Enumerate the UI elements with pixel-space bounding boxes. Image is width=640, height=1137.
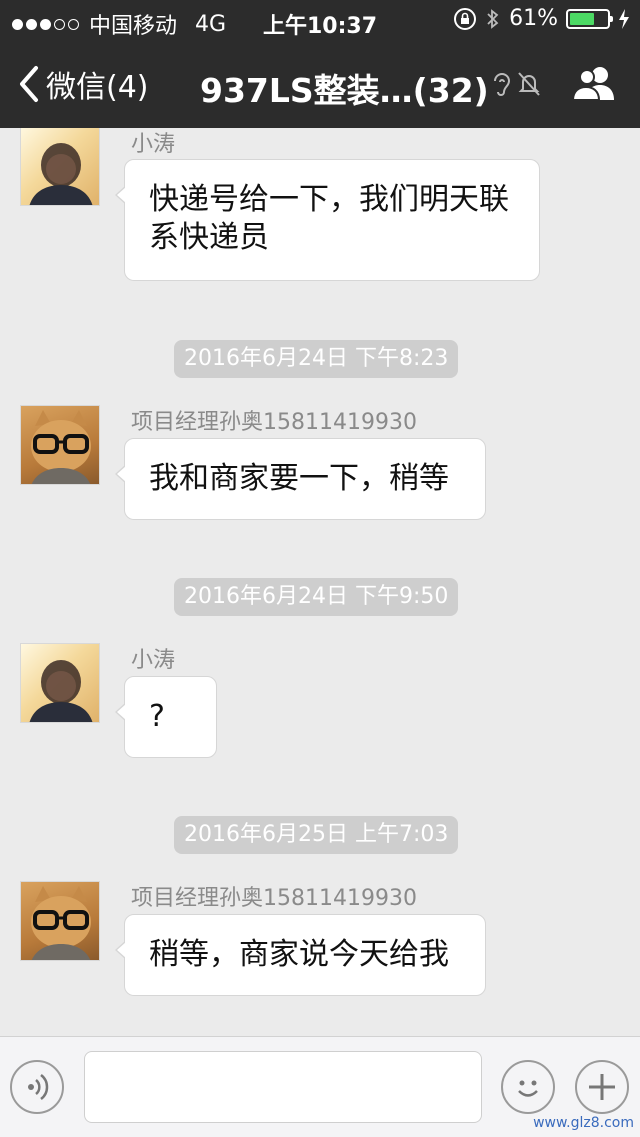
chevron-left-icon bbox=[20, 66, 38, 102]
more-button[interactable] bbox=[575, 1060, 629, 1114]
boy-photo-avatar-icon bbox=[29, 143, 93, 205]
emoji-button[interactable] bbox=[501, 1060, 555, 1114]
cat-with-glasses-avatar-icon bbox=[31, 410, 91, 484]
battery-icon bbox=[566, 8, 613, 29]
timestamp: 2016年6月24日 下午8:23 bbox=[174, 340, 459, 378]
orientation-lock-icon bbox=[454, 7, 477, 30]
cat-with-glasses-avatar-icon bbox=[31, 886, 91, 960]
sender-name: 小涛 bbox=[131, 132, 176, 157]
charging-icon bbox=[619, 8, 629, 29]
back-button[interactable]: 微信(4) bbox=[18, 62, 149, 106]
bluetooth-icon bbox=[487, 8, 499, 29]
back-label: 微信(4) bbox=[46, 70, 149, 105]
input-bar: www.glz8.com bbox=[0, 1036, 640, 1137]
message-bubble[interactable]: 快递号给一下，我们明天联系快递员 bbox=[115, 159, 540, 281]
message-bubble[interactable]: ? bbox=[115, 676, 217, 758]
earpiece-icon bbox=[494, 73, 511, 96]
group-members-icon[interactable] bbox=[570, 64, 618, 102]
sender-name: 项目经理孙奥15811419930 bbox=[131, 410, 417, 435]
avatar[interactable] bbox=[20, 128, 100, 206]
message-bubble[interactable]: 我和商家要一下，稍等 bbox=[115, 438, 486, 520]
voice-button[interactable] bbox=[10, 1060, 64, 1114]
avatar[interactable] bbox=[20, 643, 100, 723]
message-bubble[interactable]: 稍等，商家说今天给我 bbox=[115, 914, 486, 996]
top-bar: 中国移动 4G 上午10:37 61% 微信(4) 937LS整装…(32) bbox=[0, 0, 640, 128]
message-input[interactable] bbox=[84, 1051, 482, 1123]
watermark: www.glz8.com bbox=[533, 1115, 634, 1131]
nav-bar: 微信(4) 937LS整装…(32) bbox=[0, 40, 640, 128]
voice-icon bbox=[28, 1074, 49, 1100]
battery-percent: 61% bbox=[509, 6, 558, 31]
sender-name: 项目经理孙奥15811419930 bbox=[131, 886, 417, 911]
boy-photo-avatar-icon bbox=[29, 660, 93, 722]
chat-title: 937LS整装…(32) bbox=[200, 71, 489, 110]
status-bar: 中国移动 4G 上午10:37 61% bbox=[0, 0, 640, 40]
timestamp: 2016年6月24日 下午9:50 bbox=[174, 578, 459, 616]
chat-area[interactable]: 小涛 快递号给一下，我们明天联系快递员 2016年6月24日 下午8:23 项目… bbox=[0, 128, 640, 1036]
plus-icon bbox=[589, 1074, 615, 1100]
avatar[interactable] bbox=[20, 405, 100, 485]
avatar[interactable] bbox=[20, 881, 100, 961]
mute-bell-icon bbox=[518, 72, 540, 96]
emoji-icon bbox=[518, 1080, 538, 1097]
sender-name: 小涛 bbox=[131, 648, 176, 673]
timestamp: 2016年6月25日 上午7:03 bbox=[174, 816, 459, 854]
